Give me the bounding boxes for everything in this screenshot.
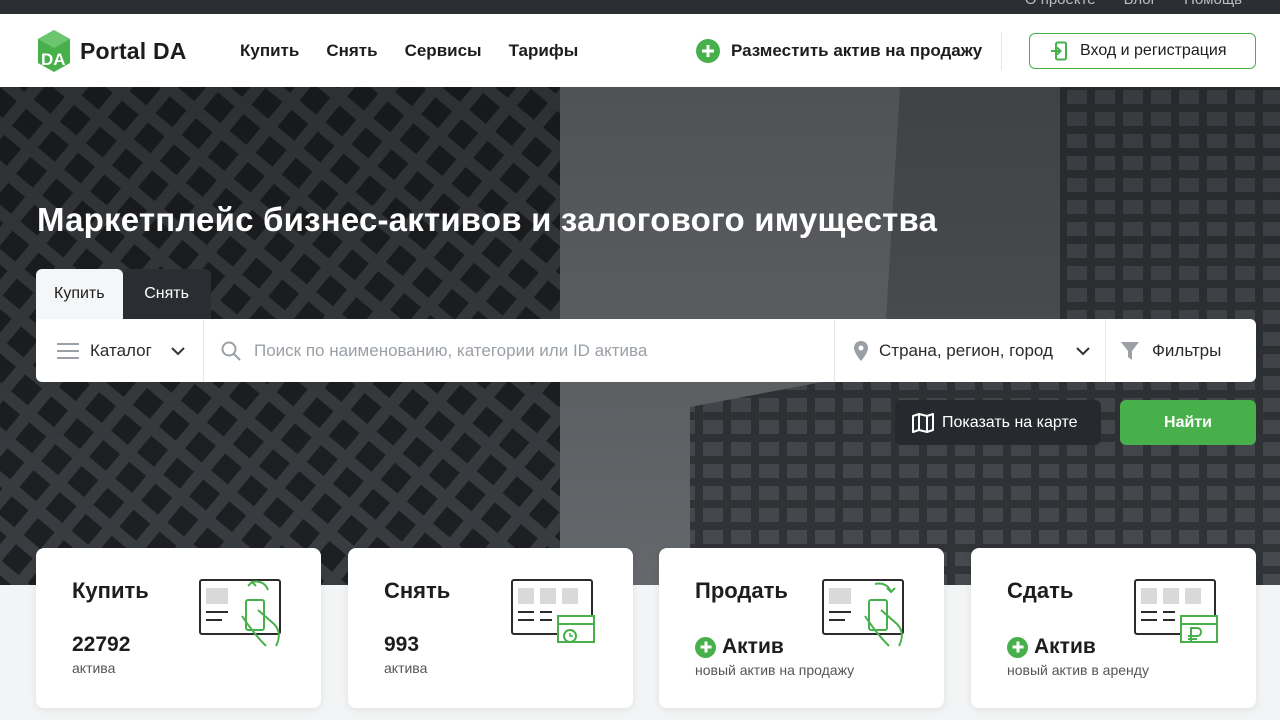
card-title: Снять <box>384 578 451 603</box>
add-asset-label: Актив <box>722 635 784 658</box>
login-label: Вход и регистрация <box>1080 42 1227 59</box>
card-buy[interactable]: Купить 22792 актива <box>36 548 321 708</box>
search-tabs: Купить Снять <box>36 269 211 319</box>
brand-name: Portal DA <box>80 37 187 64</box>
top-bar: О проекте Блог Помощь <box>0 0 1280 14</box>
region-dropdown[interactable]: Страна, регион, город <box>835 319 1106 382</box>
show-map-button[interactable]: Показать на карте <box>895 400 1101 445</box>
top-link-help[interactable]: Помощь <box>1184 0 1242 8</box>
find-button[interactable]: Найти <box>1120 400 1256 445</box>
hero: Маркетплейс бизнес-активов и залогового … <box>0 87 1280 585</box>
header-divider <box>1001 32 1002 70</box>
sell-card-icon <box>822 579 904 647</box>
card-title: Продать <box>695 578 788 603</box>
card-title: Купить <box>72 578 149 603</box>
add-asset-row: Актив <box>1007 635 1096 659</box>
card-subtitle: новый актив на продажу <box>695 662 855 678</box>
logo-icon: DA <box>38 30 70 72</box>
svg-text:DA: DA <box>41 50 66 69</box>
catalog-dropdown[interactable]: Каталог <box>36 319 204 382</box>
show-map-label: Показать на карте <box>942 413 1078 431</box>
rent-card-icon <box>511 579 595 643</box>
card-count: 22792 <box>72 633 131 656</box>
nav-buy[interactable]: Купить <box>240 41 299 61</box>
card-title: Сдать <box>1007 578 1074 603</box>
buy-card-icon <box>199 579 281 647</box>
lease-card-icon <box>1134 579 1218 643</box>
card-lease[interactable]: Сдать Актив новый актив в аренду <box>971 548 1256 708</box>
place-asset-button[interactable]: Разместить актив на продажу <box>696 39 982 63</box>
filters-label: Фильтры <box>1152 340 1222 360</box>
search-bar: Каталог Страна, регион, город <box>36 319 1256 382</box>
card-sell[interactable]: Продать Актив новый актив на продажу <box>659 548 944 708</box>
chevron-down-icon <box>1076 346 1090 355</box>
card-count: 993 <box>384 633 420 656</box>
search-field <box>204 319 835 382</box>
location-pin-icon <box>854 340 868 361</box>
login-icon <box>1051 41 1067 61</box>
menu-icon <box>57 342 79 359</box>
find-label: Найти <box>1164 413 1212 431</box>
chevron-down-icon <box>171 346 185 355</box>
top-link-blog[interactable]: Блог <box>1124 0 1156 8</box>
top-links: О проекте Блог Помощь <box>1025 0 1242 8</box>
header: DA Portal DA Купить Снять Сервисы Тарифы… <box>0 14 1280 87</box>
search-input[interactable] <box>254 340 834 361</box>
logo[interactable]: DA Portal DA <box>36 28 187 74</box>
filters-button[interactable]: Фильтры <box>1106 319 1221 382</box>
nav-services[interactable]: Сервисы <box>405 41 482 61</box>
login-button[interactable]: Вход и регистрация <box>1029 33 1256 69</box>
main-nav: Купить Снять Сервисы Тарифы <box>240 41 578 61</box>
nav-tariffs[interactable]: Тарифы <box>509 41 579 61</box>
search-icon <box>221 341 241 361</box>
place-asset-label: Разместить актив на продажу <box>731 41 983 60</box>
plus-circle-icon <box>696 39 720 63</box>
card-rent[interactable]: Снять 993 актива <box>348 548 633 708</box>
catalog-label: Каталог <box>90 340 152 360</box>
tab-buy[interactable]: Купить <box>36 269 123 319</box>
map-icon <box>912 412 934 433</box>
card-unit: актива <box>72 660 116 676</box>
hero-title: Маркетплейс бизнес-активов и залогового … <box>37 201 938 238</box>
add-asset-row: Актив <box>695 635 784 659</box>
plus-circle-icon <box>1007 636 1028 658</box>
plus-circle-icon <box>695 636 716 658</box>
nav-rent[interactable]: Снять <box>326 41 377 61</box>
top-link-about[interactable]: О проекте <box>1025 0 1096 8</box>
tab-rent[interactable]: Снять <box>122 269 211 319</box>
card-subtitle: новый актив в аренду <box>1007 662 1149 678</box>
region-label: Страна, регион, город <box>879 340 1053 360</box>
add-asset-label: Актив <box>1034 635 1096 658</box>
filter-icon <box>1121 341 1139 360</box>
card-unit: актива <box>384 660 428 676</box>
